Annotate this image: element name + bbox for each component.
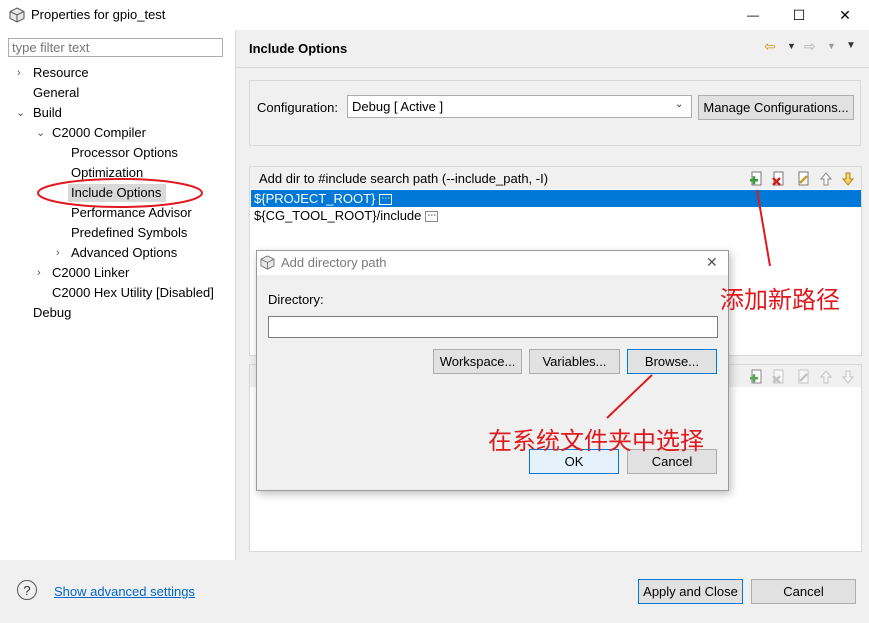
maximize-icon: ☐ [792, 6, 806, 23]
move-up-icon[interactable] [818, 171, 834, 187]
move-down-icon[interactable] [840, 369, 856, 385]
tree-item-advanced-options[interactable]: Advanced Options [71, 245, 177, 261]
manage-configurations-label: Manage Configurations... [703, 100, 849, 115]
workspace-button[interactable]: Workspace... [433, 349, 522, 374]
more-icon: ⋯ [425, 210, 439, 223]
tree-item-debug[interactable]: Debug [33, 305, 71, 321]
manage-configurations-button[interactable]: Manage Configurations... [698, 95, 854, 120]
include-path-item[interactable]: ${PROJECT_ROOT} ⋯ [254, 190, 393, 207]
annotation-add-new-path: 添加新路径 [720, 286, 840, 314]
help-icon[interactable]: ? [17, 580, 37, 600]
chevron-down-icon[interactable]: ⌄ [36, 125, 45, 141]
directory-label: Directory: [268, 292, 324, 307]
tree-item-c2000-hex-utility[interactable]: C2000 Hex Utility [Disabled] [52, 285, 214, 301]
close-button[interactable]: ✕ [822, 0, 868, 30]
page-title: Include Options [249, 41, 348, 56]
include-path-text: ${PROJECT_ROOT} [254, 191, 376, 206]
edit-icon[interactable] [796, 369, 812, 385]
variables-button[interactable]: Variables... [529, 349, 620, 374]
tree-item-optimization[interactable]: Optimization [71, 165, 143, 181]
chevron-right-icon[interactable]: › [17, 65, 21, 81]
tree-item-performance-advisor[interactable]: Performance Advisor [71, 205, 192, 221]
tree-item-c2000-linker[interactable]: C2000 Linker [52, 265, 129, 281]
chevron-right-icon[interactable]: › [56, 245, 60, 261]
ok-label: OK [564, 454, 584, 469]
annotation-choose-system-folder: 在系统文件夹中选择 [488, 427, 704, 455]
back-arrow-icon[interactable]: ⇦ [764, 38, 776, 55]
app-icon [9, 7, 25, 23]
add-icon[interactable] [749, 171, 765, 187]
configuration-value: Debug [ Active ] [352, 99, 444, 114]
dialog-title: Add directory path [281, 255, 387, 270]
apply-and-close-label: Apply and Close [643, 584, 738, 599]
tree-item-c2000-compiler[interactable]: C2000 Compiler [52, 125, 146, 141]
view-menu-icon[interactable]: ▼ [846, 40, 856, 51]
dialog-cancel-label: Cancel [651, 454, 693, 469]
move-down-icon[interactable] [840, 171, 856, 187]
configuration-label: Configuration: [257, 100, 338, 115]
show-advanced-settings-link[interactable]: Show advanced settings [54, 584, 195, 599]
close-icon: ✕ [839, 6, 851, 23]
variables-label: Variables... [542, 354, 607, 369]
tree-item-predefined-symbols[interactable]: Predefined Symbols [71, 225, 187, 241]
include-path-text: ${CG_TOOL_ROOT}/include [254, 208, 422, 223]
minimize-icon: — [747, 8, 759, 22]
tree-item-general[interactable]: General [33, 85, 79, 101]
filter-input[interactable] [8, 38, 223, 57]
tree-item-build[interactable]: Build [33, 105, 62, 121]
browse-label: Browse... [644, 354, 700, 369]
tree-item-include-options[interactable]: Include Options [71, 185, 161, 201]
more-icon: ⋯ [379, 193, 393, 206]
delete-icon[interactable] [771, 171, 787, 187]
directory-input[interactable] [268, 316, 718, 338]
tree-item-processor-options[interactable]: Processor Options [71, 145, 178, 161]
delete-icon[interactable] [771, 369, 787, 385]
forward-arrow-icon[interactable]: ⇨ [804, 38, 816, 55]
edit-icon[interactable] [796, 171, 812, 187]
tree-item-resource[interactable]: Resource [33, 65, 89, 81]
chevron-down-icon: ⌄ [675, 99, 684, 110]
chevron-down-icon[interactable]: ▼ [787, 41, 796, 51]
chevron-down-icon[interactable]: ▼ [827, 41, 836, 51]
title-separator [236, 67, 869, 68]
list-item[interactable]: ${CG_TOOL_ROOT}/include ⋯ [254, 207, 439, 224]
workspace-label: Workspace... [439, 354, 516, 369]
minimize-button[interactable]: — [730, 0, 776, 30]
window-title: Properties for gpio_test [31, 7, 166, 22]
chevron-right-icon[interactable]: › [37, 265, 41, 281]
apply-and-close-button[interactable]: Apply and Close [638, 579, 743, 604]
browse-button[interactable]: Browse... [627, 349, 717, 374]
add-icon[interactable] [749, 369, 765, 385]
include-paths-header-label: Add dir to #include search path (--inclu… [259, 171, 549, 186]
cancel-button[interactable]: Cancel [751, 579, 856, 604]
maximize-button[interactable]: ☐ [776, 0, 822, 30]
move-up-icon[interactable] [818, 369, 834, 385]
app-icon [260, 255, 275, 270]
cancel-label: Cancel [783, 584, 824, 599]
close-icon[interactable]: ✕ [706, 254, 718, 271]
chevron-down-icon[interactable]: ⌄ [16, 105, 25, 121]
